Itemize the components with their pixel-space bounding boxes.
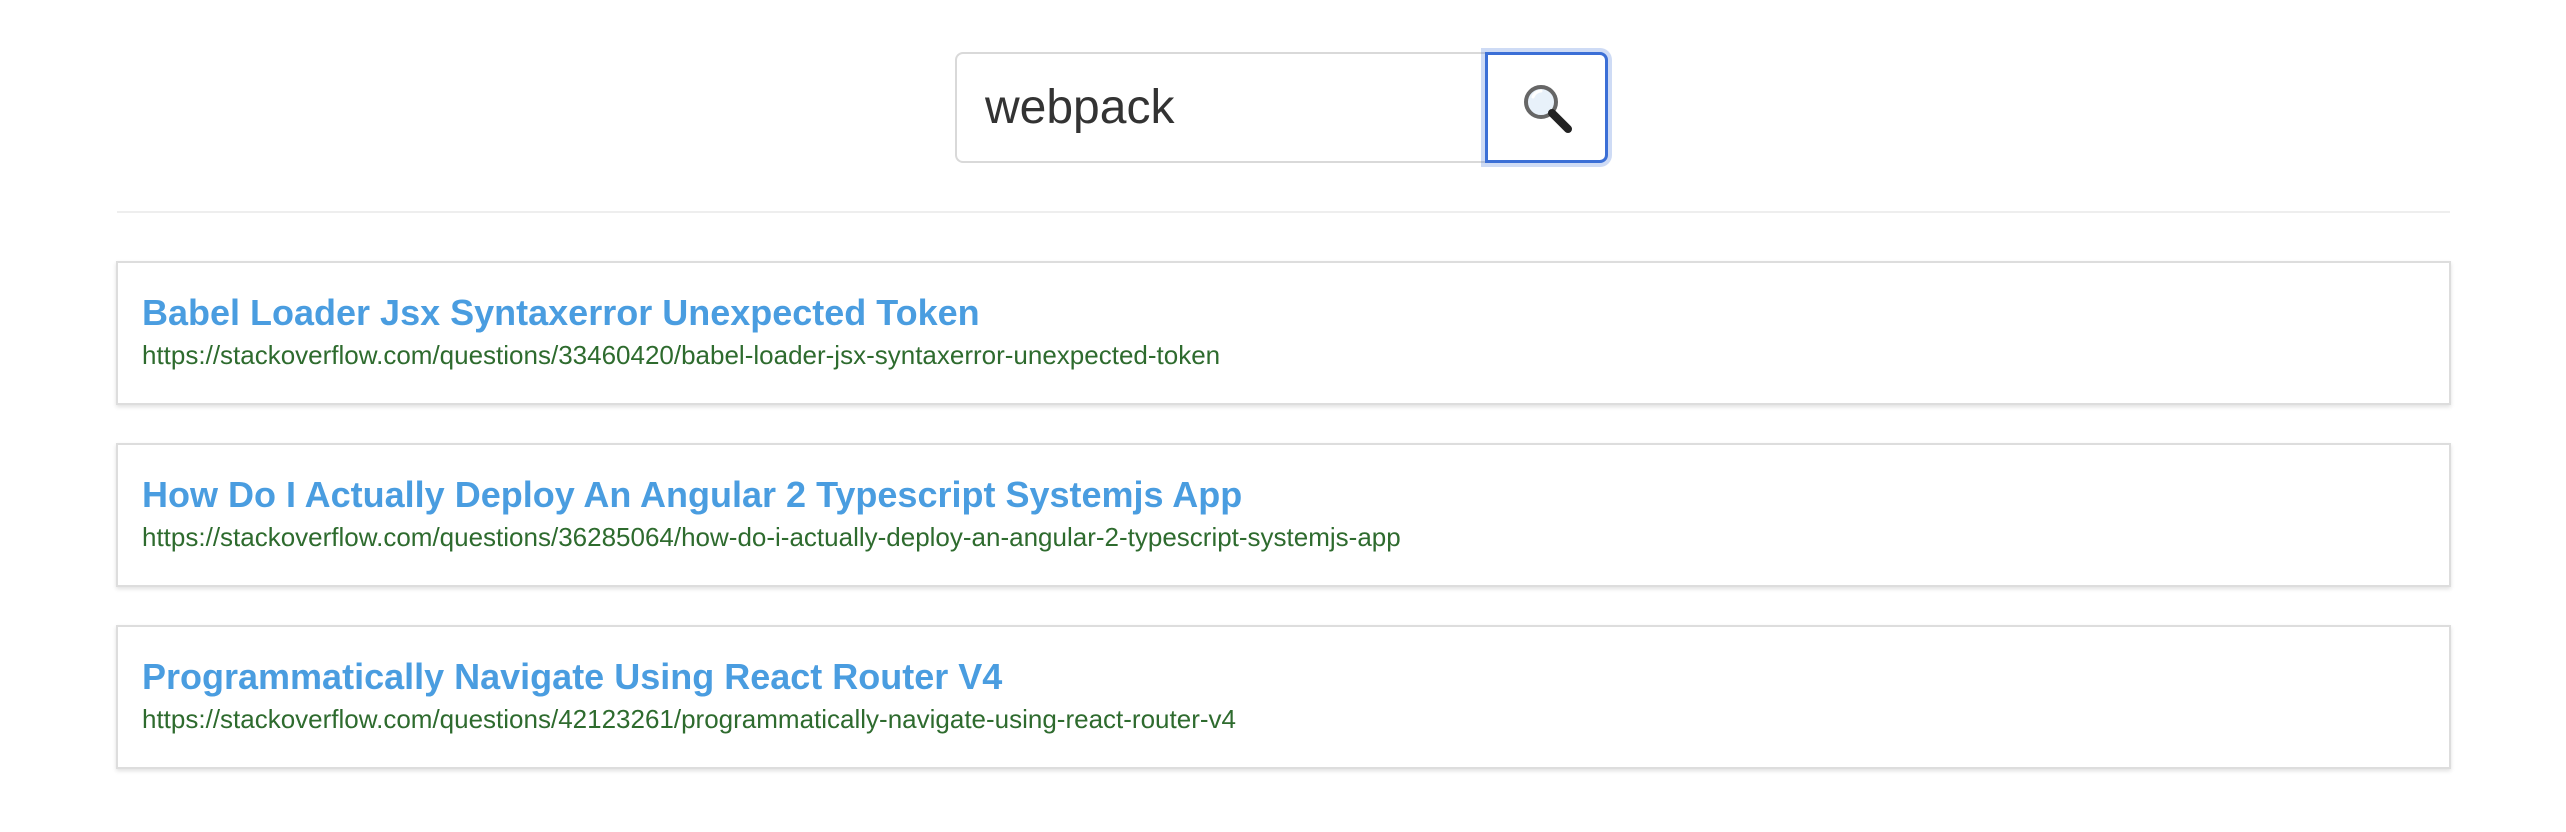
magnifying-glass-icon	[1519, 80, 1575, 136]
result-card: Babel Loader Jsx Syntaxerror Unexpected …	[116, 261, 2451, 405]
result-url: https://stackoverflow.com/questions/3628…	[142, 522, 1401, 552]
result-title-link[interactable]: How Do I Actually Deploy An Angular 2 Ty…	[142, 473, 2425, 517]
result-title-link[interactable]: Babel Loader Jsx Syntaxerror Unexpected …	[142, 291, 2425, 335]
result-card: Programmatically Navigate Using React Ro…	[116, 625, 2451, 769]
result-url: https://stackoverflow.com/questions/3346…	[142, 340, 1221, 370]
search-bar	[955, 52, 1608, 163]
divider	[117, 211, 2450, 213]
result-url: https://stackoverflow.com/questions/4212…	[142, 704, 1236, 734]
results-list: Babel Loader Jsx Syntaxerror Unexpected …	[116, 261, 2451, 807]
search-input[interactable]	[955, 52, 1485, 163]
result-title-link[interactable]: Programmatically Navigate Using React Ro…	[142, 655, 2425, 699]
result-card: How Do I Actually Deploy An Angular 2 Ty…	[116, 443, 2451, 587]
search-button[interactable]	[1485, 52, 1608, 163]
